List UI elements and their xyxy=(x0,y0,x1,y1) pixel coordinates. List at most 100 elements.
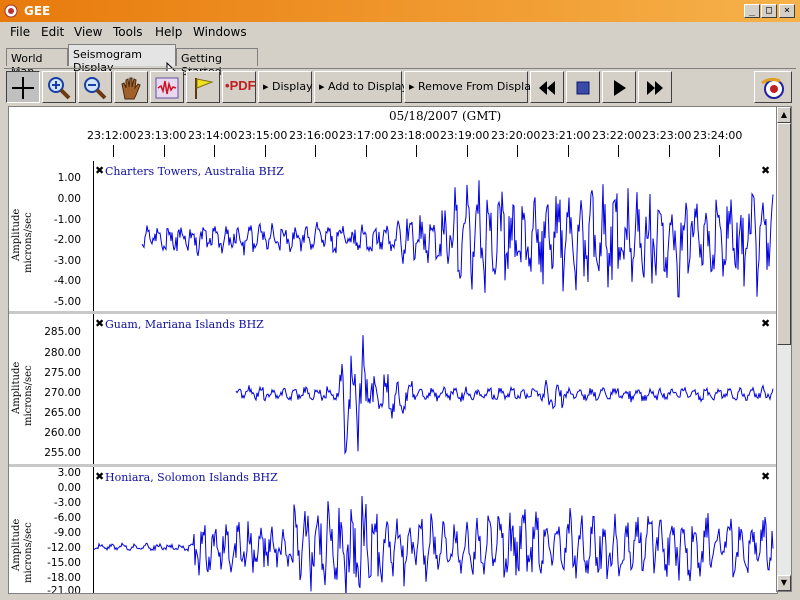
remove-from-display-button[interactable]: ▸ Remove From Display xyxy=(404,71,537,103)
fast-forward-button[interactable] xyxy=(638,71,672,103)
trace-plot[interactable] xyxy=(93,161,774,311)
trace-plot[interactable] xyxy=(93,467,774,593)
y-axis-label-amplitude: Amplitude xyxy=(11,361,22,414)
trace-honiara[interactable]: Amplitude microns/sec 3.00 0.00 -3.00 -6… xyxy=(9,467,777,593)
trace-guam[interactable]: Amplitude microns/sec 285.00 280.00 275.… xyxy=(9,314,777,464)
menu-tools[interactable]: Tools xyxy=(113,25,143,39)
time-tick: 23:12:00 xyxy=(87,129,137,142)
date-label: 05/18/2007 (GMT) xyxy=(389,109,502,123)
y-axis-label-amplitude: Amplitude xyxy=(11,518,22,571)
y-tick: 275.00 xyxy=(44,367,81,379)
menu-bar: File Edit View Tools Help Windows xyxy=(0,22,800,42)
rewind-button[interactable] xyxy=(530,71,564,103)
stop-icon xyxy=(576,81,590,95)
close-trace-icon[interactable]: ✖ xyxy=(761,164,770,177)
y-tick: 0.00 xyxy=(57,193,81,205)
menu-help[interactable]: Help xyxy=(155,25,182,39)
zoom-in-button[interactable] xyxy=(42,71,76,103)
y-tick: 270.00 xyxy=(44,387,81,399)
time-tick: 23:19:00 xyxy=(440,129,490,142)
time-tick: 23:17:00 xyxy=(339,129,389,142)
station-label: Guam, Mariana Islands BHZ xyxy=(105,318,264,331)
scroll-thumb[interactable] xyxy=(777,123,791,345)
title-bar: GEE _ □ × xyxy=(0,0,800,22)
y-tick: 0.00 xyxy=(57,482,81,494)
scroll-down-button[interactable]: ▼ xyxy=(777,575,791,591)
scroll-up-button[interactable]: ▲ xyxy=(777,107,791,123)
y-tick: -5.00 xyxy=(53,296,81,308)
menu-view[interactable]: View xyxy=(74,25,102,39)
y-tick: -12.00 xyxy=(47,542,81,554)
window-title: GEE xyxy=(24,4,51,18)
time-tick: 23:15:00 xyxy=(238,129,288,142)
stop-button[interactable] xyxy=(566,71,600,103)
remove-trace-icon[interactable]: ✖ xyxy=(95,470,104,483)
rewind-icon xyxy=(539,81,555,95)
vertical-scrollbar[interactable]: ▲ ▼ xyxy=(776,106,792,592)
close-button[interactable]: × xyxy=(779,4,795,18)
waveform xyxy=(235,335,774,455)
display-label: Display xyxy=(272,80,313,93)
time-tick: 23:24:00 xyxy=(693,129,743,142)
maximize-button[interactable]: □ xyxy=(761,4,777,18)
remove-trace-icon[interactable]: ✖ xyxy=(95,164,104,177)
time-tick: 23:13:00 xyxy=(137,129,187,142)
play-button[interactable] xyxy=(602,71,636,103)
y-tick: -15.00 xyxy=(47,557,81,569)
time-tick: 23:18:00 xyxy=(390,129,440,142)
minimize-button[interactable]: _ xyxy=(744,4,760,18)
menu-file[interactable]: File xyxy=(10,25,30,39)
seismogram-panel: 05/18/2007 (GMT) 23:12:00 23:13:00 23:14… xyxy=(8,106,778,594)
close-trace-icon[interactable]: ✖ xyxy=(761,470,770,483)
add-label: Add to Display xyxy=(328,80,408,93)
station-label: Honiara, Solomon Islands BHZ xyxy=(105,471,278,484)
y-tick: -9.00 xyxy=(53,527,81,539)
remove-label: Remove From Display xyxy=(418,80,538,93)
y-tick: 3.00 xyxy=(57,467,81,479)
pdf-button[interactable]: •PDF xyxy=(222,71,256,103)
app-logo-button[interactable] xyxy=(754,71,792,103)
y-tick: -2.00 xyxy=(53,234,81,246)
y-axis-label: Amplitude microns/sec xyxy=(9,467,34,593)
y-tick: -6.00 xyxy=(53,512,81,524)
y-tick: -1.00 xyxy=(53,214,81,226)
crosshair-tool-button[interactable] xyxy=(6,71,40,103)
trace-charters-towers[interactable]: Amplitude microns/sec 1.00 0.00 -1.00 -2… xyxy=(9,161,777,311)
tab-getting-started[interactable]: Getting Started xyxy=(176,48,258,78)
y-tick: 260.00 xyxy=(44,427,81,439)
play-small-icon: ▸ xyxy=(263,80,273,93)
y-tick: 285.00 xyxy=(44,326,81,338)
time-tick: 23:21:00 xyxy=(541,129,591,142)
tab-seismogram-display[interactable]: Seismogram Display xyxy=(68,44,176,74)
toolbar: •PDF ▸ Display ▸ Add to Display ▸ Remove… xyxy=(4,68,796,105)
seismograph-logo-icon xyxy=(761,77,784,99)
y-tick: 280.00 xyxy=(44,347,81,359)
time-tick: 23:14:00 xyxy=(188,129,238,142)
play-small-icon: ▸ xyxy=(319,80,329,93)
add-to-display-button[interactable]: ▸ Add to Display xyxy=(314,71,408,103)
play-small-icon: ▸ xyxy=(409,80,419,93)
time-tick: 23:20:00 xyxy=(491,129,541,142)
menu-windows[interactable]: Windows xyxy=(193,25,247,39)
trace-plot[interactable] xyxy=(93,314,774,464)
pdf-icon: •PDF xyxy=(225,78,256,93)
zoom-out-icon xyxy=(84,77,107,100)
flag-button[interactable] xyxy=(186,71,220,103)
menu-edit[interactable]: Edit xyxy=(41,25,64,39)
station-label: Charters Towers, Australia BHZ xyxy=(105,165,284,178)
y-axis-label: Amplitude microns/sec xyxy=(9,314,34,464)
display-button[interactable]: ▸ Display xyxy=(258,71,313,103)
time-tick: 23:16:00 xyxy=(289,129,339,142)
remove-trace-icon[interactable]: ✖ xyxy=(95,317,104,330)
time-tick: 23:22:00 xyxy=(592,129,642,142)
pan-button[interactable] xyxy=(114,71,148,103)
tab-world-map[interactable]: World Map xyxy=(6,48,68,78)
particle-motion-button[interactable] xyxy=(150,71,184,103)
close-trace-icon[interactable]: ✖ xyxy=(761,317,770,330)
y-tick: -4.00 xyxy=(53,275,81,287)
y-axis-label-amplitude: Amplitude xyxy=(11,208,22,261)
zoom-out-button[interactable] xyxy=(78,71,112,103)
waveform xyxy=(93,495,774,593)
crosshair-icon xyxy=(12,77,34,99)
tab-strip: World Map Seismogram Display Getting Sta… xyxy=(0,44,800,81)
